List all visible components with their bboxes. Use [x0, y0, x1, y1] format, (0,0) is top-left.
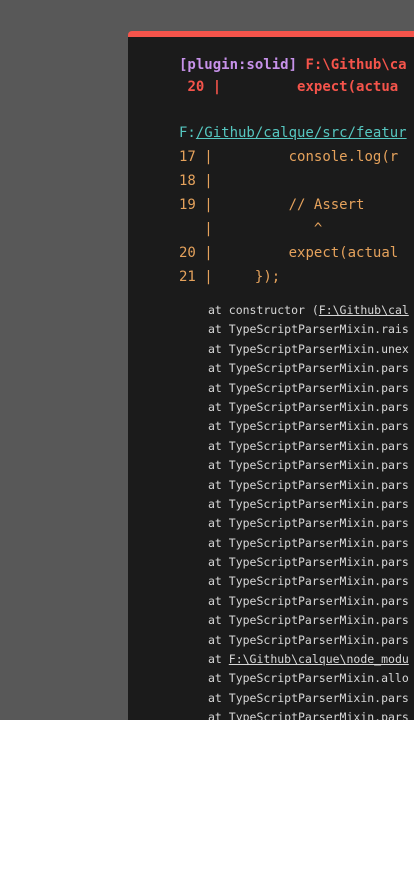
file-location-prefix: F:	[179, 125, 196, 141]
code-frame-line: 17 | console.log(r	[179, 149, 398, 165]
error-line-number: 20	[187, 79, 205, 95]
stack-frame-text: at TypeScriptParserMixin.pars	[208, 690, 409, 705]
stack-frame: at TypeScriptParserMixin.pars	[208, 398, 409, 417]
code-frame-line: 21 | });	[179, 269, 280, 285]
code-text: });	[221, 269, 281, 285]
caret-marker: ^	[221, 221, 323, 237]
stack-frame-text: at TypeScriptParserMixin.pars	[208, 632, 409, 647]
stack-frame-link[interactable]: F:\Github\cal	[319, 303, 409, 317]
stack-frame-text: at TypeScriptParserMixin.pars	[208, 477, 409, 492]
stack-frame-link[interactable]: F:\Github\calque\node_modu	[229, 652, 409, 666]
line-number: 19	[179, 197, 196, 213]
line-number: 18	[179, 173, 196, 189]
error-message-line: [plugin:solid] F:\Github\ca	[179, 57, 407, 73]
stack-frame-text: at	[208, 652, 229, 667]
stack-frame-text: at TypeScriptParserMixin.pars	[208, 555, 409, 570]
stack-frame-text: at TypeScriptParserMixin.pars	[208, 438, 409, 453]
code-text: console.log(r	[221, 149, 399, 165]
file-location-link[interactable]: /Github/calque/src/featur	[196, 125, 407, 141]
stack-frame: at TypeScriptParserMixin.pars	[208, 592, 409, 611]
stack-frame-text: at TypeScriptParserMixin.pars	[208, 535, 409, 550]
line-number: 20	[179, 245, 196, 261]
stack-frame: at TypeScriptParserMixin.pars	[208, 572, 409, 591]
stack-frame: at TypeScriptParserMixin.pars	[208, 514, 409, 533]
stack-frame: at TypeScriptParserMixin.pars	[208, 456, 409, 475]
code-text: // Assert	[221, 197, 365, 213]
stack-frame: at TypeScriptParserMixin.pars	[208, 495, 409, 514]
stack-frame-text: at TypeScriptParserMixin.pars	[208, 419, 409, 434]
stack-frame: at TypeScriptParserMixin.pars	[208, 534, 409, 553]
stack-frame: at TypeScriptParserMixin.pars	[208, 417, 409, 436]
stack-frame-text: at TypeScriptParserMixin.pars	[208, 574, 409, 589]
stack-frame: at TypeScriptParserMixin.pars	[208, 437, 409, 456]
stack-frame: at TypeScriptParserMixin.pars	[208, 611, 409, 630]
file-location: F:/Github/calque/src/featur	[179, 125, 407, 141]
stack-frame: at TypeScriptParserMixin.pars	[208, 476, 409, 495]
stack-frame: at TypeScriptParserMixin.pars	[208, 631, 409, 650]
error-file-path: F:\Github\ca	[305, 57, 407, 73]
stack-frame-text: at TypeScriptParserMixin.rais	[208, 322, 409, 337]
stack-frame: at TypeScriptParserMixin.pars	[208, 553, 409, 572]
stack-frame: at F:\Github\calque\node_modu	[208, 650, 409, 669]
code-frame-line: 18 |	[179, 173, 221, 189]
stack-frame-text: at TypeScriptParserMixin.pars	[208, 380, 409, 395]
error-code-snippet: expect(actua	[297, 79, 399, 95]
overlay-backdrop[interactable]: [plugin:solid] F:\Github\ca 20 | expect(…	[0, 0, 414, 720]
stack-frame: at TypeScriptParserMixin.rais	[208, 320, 409, 339]
gutter-bar: |	[204, 245, 213, 261]
stack-frame: at TypeScriptParserMixin.unex	[208, 340, 409, 359]
stack-frame-text: at TypeScriptParserMixin.pars	[208, 516, 409, 531]
gutter-bar: |	[204, 149, 213, 165]
stack-trace: at constructor (F:\Github\cal at TypeScri…	[208, 301, 409, 720]
stack-frame: at TypeScriptParserMixin.pars	[208, 359, 409, 378]
stack-frame-text: at TypeScriptParserMixin.pars	[208, 593, 409, 608]
stack-frame-text: at TypeScriptParserMixin.pars	[208, 496, 409, 511]
gutter-bar: |	[204, 173, 213, 189]
stack-frame-text: at TypeScriptParserMixin.pars	[208, 399, 409, 414]
error-code-line: 20 | expect(actua	[179, 79, 398, 95]
stack-frame-text: at TypeScriptParserMixin.allo	[208, 671, 409, 686]
stack-frame-text: at TypeScriptParserMixin.pars	[208, 361, 409, 376]
code-text: expect(actual	[221, 245, 399, 261]
stack-frame: at TypeScriptParserMixin.pars	[208, 379, 409, 398]
stack-frame-text: at TypeScriptParserMixin.pars	[208, 458, 409, 473]
stack-frame: at constructor (F:\Github\cal	[208, 301, 409, 320]
gutter-bar: |	[204, 197, 213, 213]
stack-frame: at TypeScriptParserMixin.pars	[208, 708, 409, 720]
stack-frame-text: at TypeScriptParserMixin.pars	[208, 710, 409, 720]
gutter-bar: |	[204, 221, 213, 237]
stack-frame-text: at TypeScriptParserMixin.unex	[208, 341, 409, 356]
code-frame-caret-line: | ^	[179, 221, 322, 237]
plugin-tag: [plugin:solid]	[179, 57, 298, 73]
stack-frame: at TypeScriptParserMixin.allo	[208, 669, 409, 688]
error-gutter-bar: |	[212, 79, 222, 95]
error-overlay-panel: [plugin:solid] F:\Github\ca 20 | expect(…	[128, 31, 414, 720]
code-frame-line: 19 | // Assert	[179, 197, 364, 213]
gutter-bar: |	[204, 269, 213, 285]
line-number: 21	[179, 269, 196, 285]
code-frame-line: 20 | expect(actual	[179, 245, 398, 261]
stack-frame-text: at constructor (	[208, 303, 319, 317]
line-number: 17	[179, 149, 196, 165]
stack-frame: at TypeScriptParserMixin.pars	[208, 689, 409, 708]
stack-frame-text: at TypeScriptParserMixin.pars	[208, 613, 409, 628]
